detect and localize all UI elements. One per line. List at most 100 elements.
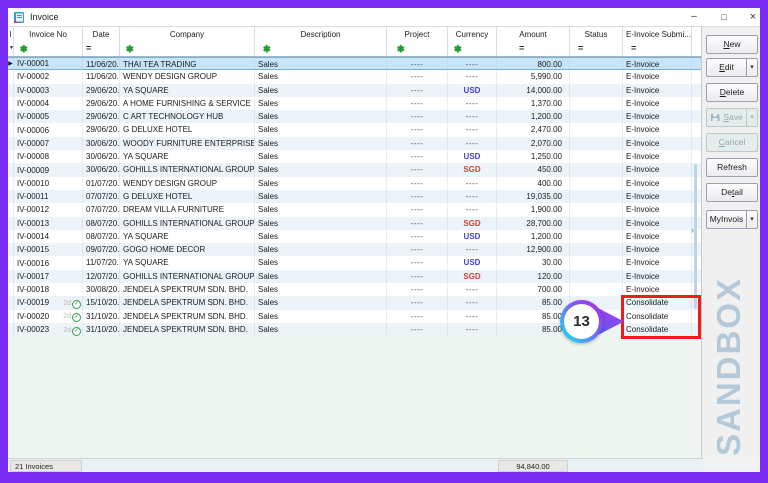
filter-flower-icon[interactable]: ✱ — [454, 44, 462, 54]
button-detail[interactable]: Detail — [706, 183, 758, 202]
table-row[interactable]: ▶IV-0000111/06/20...THAI TEA TRADINGSale… — [8, 57, 701, 70]
table-row[interactable]: IV-0001408/07/20...YA SQUARESales----USD… — [8, 230, 701, 243]
cell-date: 31/10/20... — [83, 310, 120, 323]
status-bar: 21 Invoices 94,840.00 — [8, 458, 703, 472]
titlebar: Invoice – □ × — [8, 8, 760, 27]
maximize-button[interactable]: □ — [716, 8, 732, 26]
table-row[interactable]: IV-0000429/06/20...A HOME FURNISHING & S… — [8, 97, 701, 110]
cell-status — [570, 70, 623, 83]
cell-invoice-no: IV-00014 — [17, 230, 49, 243]
filter-cell-e-invoice-submi[interactable]: = — [623, 42, 692, 56]
dropdown-arrow-icon: ▾ — [746, 109, 757, 126]
column-header-e-invoice-submi[interactable]: E-Invoice Submi... — [623, 27, 692, 42]
filter-cell-currency[interactable]: ✱ — [448, 42, 497, 56]
grid-header-row: IInvoice NoDateCompanyDescriptionProject… — [8, 27, 701, 42]
cell-einvoice-submission: E-Invoice — [623, 123, 692, 136]
button-delete[interactable]: Delete — [706, 83, 758, 102]
button-label: New — [707, 36, 757, 53]
cell-project: ---- — [387, 270, 448, 283]
days-badge: 2d — [63, 313, 71, 320]
cell-currency: USD — [448, 230, 497, 243]
grid-scrollbar[interactable]: › — [694, 164, 697, 309]
cell-project: ---- — [387, 97, 448, 110]
amount-total-label: 94,840.00 — [498, 460, 568, 472]
column-header-status[interactable]: Status — [570, 27, 623, 42]
cell-currency: ---- — [448, 70, 497, 83]
cell-status — [570, 177, 623, 190]
cell-company: JENDELA SPEKTRUM SDN. BHD. — [120, 310, 255, 323]
filter-cell-company[interactable]: ✱ — [120, 42, 255, 56]
cell-description: Sales — [255, 230, 387, 243]
filter-flower-icon[interactable]: ✱ — [397, 44, 405, 54]
filter-flower-icon[interactable]: ✱ — [263, 44, 271, 54]
filter-cell-amount[interactable]: = — [497, 42, 570, 56]
filter-equals-icon[interactable]: = — [631, 43, 636, 53]
callout-number: 13 — [564, 304, 599, 339]
filter-equals-icon[interactable]: = — [519, 43, 524, 53]
table-row[interactable]: IV-0000211/06/20...WENDY DESIGN GROUPSal… — [8, 70, 701, 83]
cell-amount: 1,200.00 — [497, 110, 570, 123]
filter-equals-icon[interactable]: = — [86, 43, 91, 53]
cell-date: 15/10/20... — [83, 296, 120, 309]
filter-cell-date[interactable]: = — [83, 42, 120, 56]
table-row[interactable]: IV-0001001/07/20...WENDY DESIGN GROUPSal… — [8, 177, 701, 190]
filter-flower-icon[interactable]: ✱ — [126, 44, 134, 54]
cell-description: Sales — [255, 163, 387, 176]
table-row[interactable]: IV-0001830/08/20...JENDELA SPEKTRUM SDN.… — [8, 283, 701, 296]
table-row[interactable]: IV-0001509/07/20...GOGO HOME DECORSales-… — [8, 243, 701, 256]
table-row[interactable]: IV-0000930/06/20...GOHILLS INTERNATIONAL… — [8, 163, 701, 176]
cell-project: ---- — [387, 110, 448, 123]
cell-currency: ---- — [448, 283, 497, 296]
cell-currency: SGD — [448, 217, 497, 230]
column-header-project[interactable]: Project — [387, 27, 448, 42]
table-row[interactable]: IV-0001107/07/20...G DELUXE HOTELSales--… — [8, 190, 701, 203]
table-row[interactable]: IV-0000730/06/20...WOODY FURNITURE ENTER… — [8, 137, 701, 150]
filter-equals-icon[interactable]: = — [578, 43, 583, 53]
filter-cell-description[interactable]: ✱ — [255, 42, 387, 56]
cell-currency: ---- — [448, 110, 497, 123]
table-row[interactable]: IV-0000529/06/20...C ART TECHNOLOGY HUBS… — [8, 110, 701, 123]
button-myinvois[interactable]: MyInvois▾ — [706, 210, 758, 229]
column-header-date[interactable]: Date — [83, 27, 120, 42]
filter-cell-invoice-no[interactable]: ✱ — [14, 42, 83, 56]
table-row[interactable]: IV-0001712/07/20...GOHILLS INTERNATIONAL… — [8, 270, 701, 283]
button-new[interactable]: New — [706, 35, 758, 54]
cell-einvoice-submission: E-Invoice — [623, 230, 692, 243]
cell-status — [570, 97, 623, 110]
cell-project: ---- — [387, 243, 448, 256]
column-header-amount[interactable]: Amount — [497, 27, 570, 42]
table-row[interactable]: IV-0001611/07/20...YA SQUARESales----USD… — [8, 256, 701, 269]
column-header-currency[interactable]: Currency — [448, 27, 497, 42]
cell-description: Sales — [255, 270, 387, 283]
cell-date: 30/06/20... — [83, 150, 120, 163]
cell-description: Sales — [255, 84, 387, 97]
cell-company: G DELUXE HOTEL — [120, 123, 255, 136]
cell-status — [570, 203, 623, 216]
table-row[interactable]: IV-0001308/07/20...GOHILLS INTERNATIONAL… — [8, 217, 701, 230]
grid-filter-row: ▼✱=✱✱✱✱=== — [8, 42, 701, 57]
cell-invoice-no: IV-00018 — [17, 283, 49, 296]
column-header-description[interactable]: Description — [255, 27, 387, 42]
button-refresh[interactable]: Refresh — [706, 158, 758, 177]
column-header-company[interactable]: Company — [120, 27, 255, 42]
table-row[interactable]: IV-0000629/06/20...G DELUXE HOTELSales--… — [8, 123, 701, 136]
cell-project: ---- — [387, 323, 448, 336]
dropdown-arrow-icon[interactable]: ▾ — [746, 211, 757, 228]
cell-einvoice-submission: E-Invoice — [623, 203, 692, 216]
filter-cell-project[interactable]: ✱ — [387, 42, 448, 56]
column-header-invoice-no[interactable]: Invoice No — [14, 27, 83, 42]
table-row[interactable]: IV-0000830/06/20...YA SQUARESales----USD… — [8, 150, 701, 163]
cell-company: G DELUXE HOTEL — [120, 190, 255, 203]
filter-flower-icon[interactable]: ✱ — [20, 44, 28, 54]
table-row[interactable]: IV-0000329/06/20...YA SQUARESales----USD… — [8, 84, 701, 97]
cell-invoice-no: IV-00004 — [17, 97, 49, 110]
dropdown-arrow-icon[interactable]: ▾ — [746, 59, 757, 76]
minimize-button[interactable]: – — [686, 8, 702, 26]
close-button[interactable]: × — [745, 8, 760, 26]
cell-invoice-no: IV-00002 — [17, 70, 49, 83]
cell-project: ---- — [387, 150, 448, 163]
button-edit[interactable]: Edit▾ — [706, 58, 758, 77]
cell-date: 31/10/20... — [83, 323, 120, 336]
filter-cell-status[interactable]: = — [570, 42, 623, 56]
table-row[interactable]: IV-0001207/07/20...DREAM VILLA FURNITURE… — [8, 203, 701, 216]
